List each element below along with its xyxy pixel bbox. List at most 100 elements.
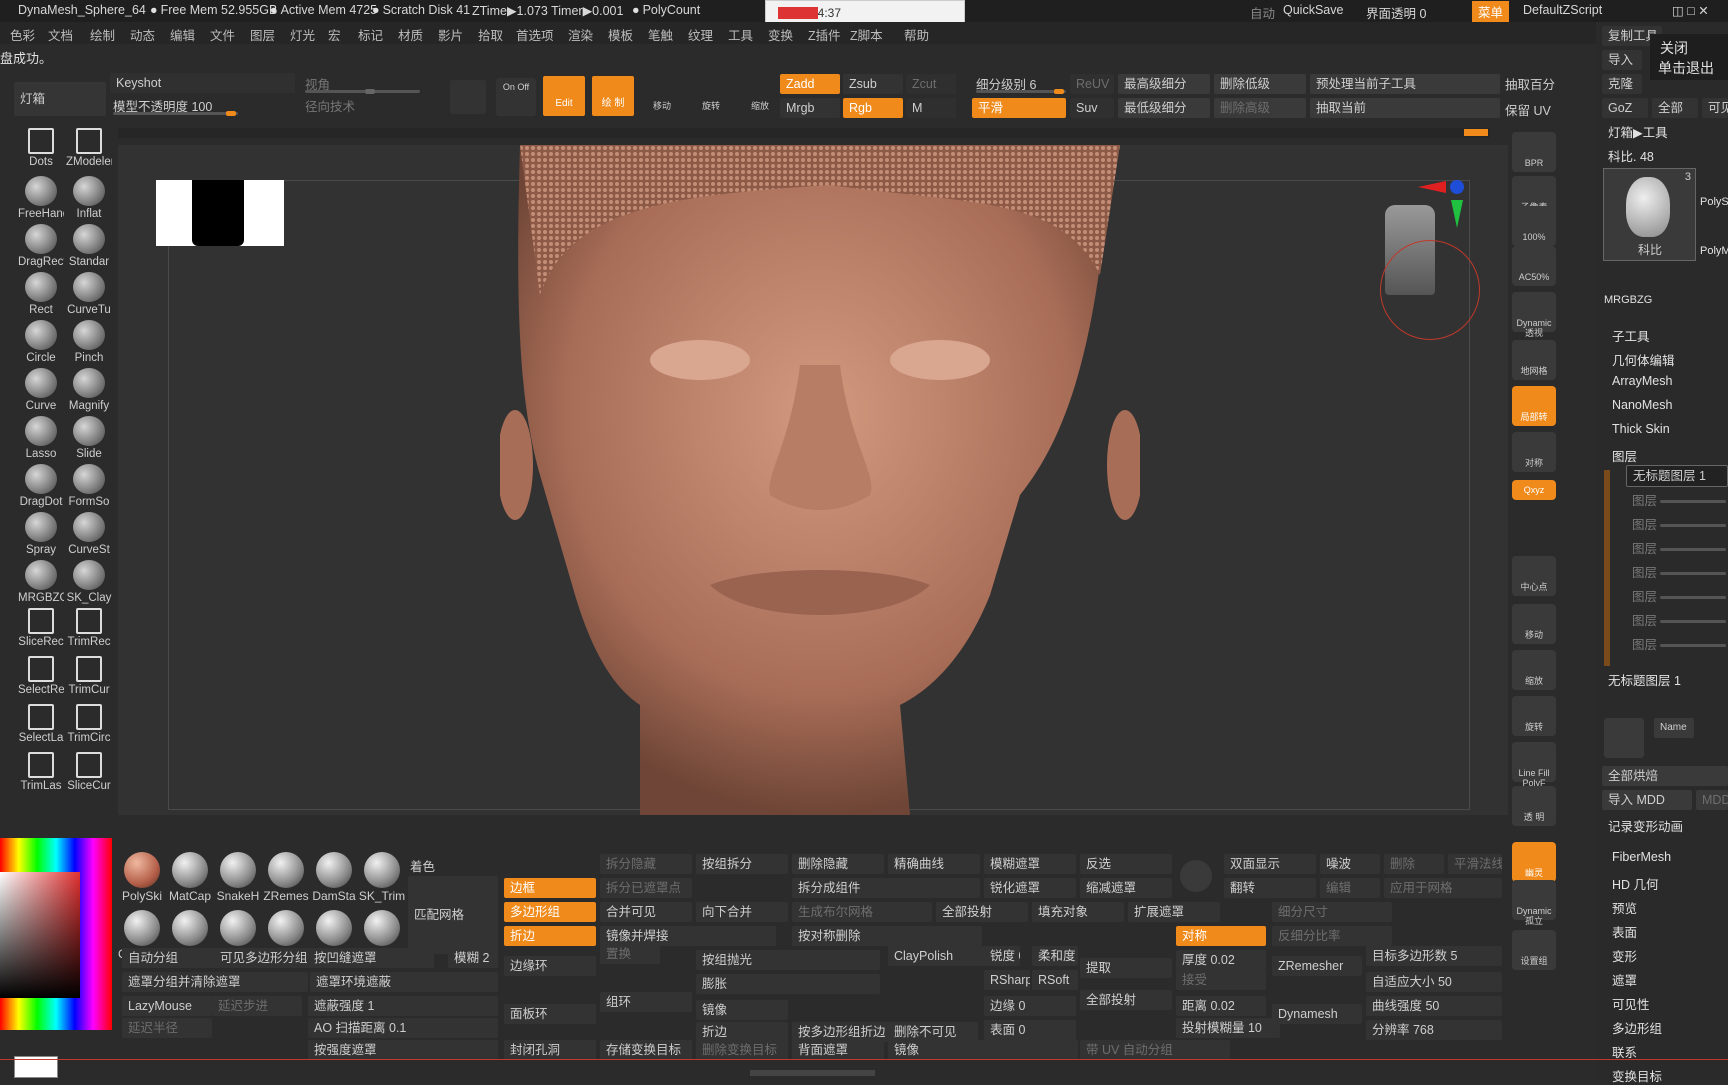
goz-button[interactable]: GoZ (1602, 98, 1648, 118)
brush-dragrect[interactable]: DragRect (18, 224, 64, 268)
brush-dragdot[interactable]: DragDot (18, 464, 64, 508)
bottom-grow-mask[interactable]: 扩展遮罩 (1128, 902, 1220, 922)
brush-zmodeler[interactable]: ZModeler (66, 128, 112, 168)
bottom-extract[interactable]: 提取 (1080, 958, 1172, 978)
menu-item[interactable]: 帮助 (904, 25, 929, 44)
right-tool[interactable]: 中心点 (1512, 556, 1556, 596)
m-button[interactable]: M (906, 98, 956, 118)
bottom-del-hidden[interactable]: 删除隐藏 (792, 854, 884, 874)
bottom-shrink-mask[interactable]: 缩减遮罩 (1080, 878, 1172, 898)
brush-trimrec[interactable]: TrimRec (66, 608, 112, 648)
bottom-delete[interactable]: 删除 (1384, 854, 1444, 874)
bottom-project-all2[interactable]: 全部投射 (1080, 990, 1172, 1010)
bottom-scroll-handle[interactable] (750, 1070, 875, 1076)
brush-lasso[interactable]: Lasso (18, 416, 64, 460)
bottom-merge-visible[interactable]: 合并可见 (600, 902, 692, 922)
keyshot-button[interactable]: Keyshot (110, 73, 295, 93)
menu-item[interactable]: 标记 (358, 25, 383, 44)
layer-row[interactable]: 图层 (1632, 562, 1657, 581)
bottom-del-invisible[interactable]: 删除不可见 (888, 1022, 978, 1042)
panel-section[interactable]: 可见性 (1612, 994, 1650, 1013)
bottom-ao-scan[interactable]: AO 扫描距离 0.1 (308, 1018, 498, 1038)
brush-trimcur[interactable]: TrimCur (66, 656, 112, 696)
bottom-surface0[interactable]: 表面 0 (984, 1020, 1076, 1040)
menu-item[interactable]: 拾取 (478, 25, 503, 44)
bottom-panel-loop[interactable]: 面板环 (504, 1004, 596, 1024)
bottom-lazymouse[interactable]: LazyMouse (122, 996, 212, 1016)
bottom-inverse-ratio[interactable]: 反细分比率 (1272, 926, 1392, 946)
model-opacity-slider[interactable] (113, 111, 238, 116)
brush-trimcirc[interactable]: TrimCirc (66, 704, 112, 744)
bottom-noise[interactable]: 噪波 (1320, 854, 1380, 874)
tool-thumbnail[interactable]: 3 科比 (1603, 168, 1696, 261)
right-tool[interactable]: Line Fill PolyF (1512, 742, 1556, 788)
zcut-button[interactable]: Zcut (906, 74, 956, 94)
bottom-zremesher[interactable]: ZRemesher (1272, 956, 1362, 976)
extract-percent[interactable]: 抽取百分 (1505, 74, 1555, 93)
bottom-smooth-normals[interactable]: 平滑法线 (1448, 854, 1502, 874)
bottom-lazy-radius[interactable]: 延迟半径 (122, 1018, 212, 1038)
scale-button[interactable]: 旋转 (690, 76, 732, 116)
ui-transparency[interactable]: 界面透明 0 (1366, 3, 1426, 22)
scroll-thumb[interactable] (1464, 129, 1488, 136)
menu-item[interactable]: Z脚本 (850, 25, 883, 44)
brush-curvetu[interactable]: CurveTu (66, 272, 112, 316)
layer-slider[interactable] (1660, 572, 1726, 575)
bottom-precise-curve[interactable]: 精确曲线 (888, 854, 980, 874)
panel-section[interactable]: 多边形组 (1612, 1018, 1662, 1037)
material-damsta[interactable]: DamSta (310, 852, 358, 903)
brush-trimlas[interactable]: TrimLas (18, 752, 64, 792)
perspective-tech[interactable]: 径向技术 (305, 96, 355, 115)
panel-section[interactable]: 预览 (1612, 898, 1637, 917)
bottom-proj-blur[interactable]: 投射模糊量 10 (1176, 1018, 1280, 1038)
mdd-button[interactable]: MDD (1696, 790, 1728, 810)
right-tool[interactable]: Qxyz (1512, 480, 1556, 500)
bottom-target-poly[interactable]: 目标多边形数 5 (1366, 946, 1502, 966)
name-button[interactable]: Name (1654, 718, 1694, 738)
panel-section[interactable]: 变形 (1612, 946, 1637, 965)
bottom-merge-down[interactable]: 向下合并 (696, 902, 788, 922)
bottom-distance[interactable]: 距离 0.02 (1176, 996, 1266, 1016)
layer-slider[interactable] (1660, 596, 1726, 599)
bottom-fill-obj[interactable]: 填充对象 (1032, 902, 1124, 922)
brush-standar[interactable]: Standar (66, 224, 112, 268)
recording-widget[interactable]: 44:37 (765, 0, 965, 22)
brush-mrgbzg[interactable]: MRGBZG (18, 560, 64, 604)
gizmo-z-axis[interactable] (1450, 180, 1464, 194)
layer-row[interactable]: 图层 (1632, 490, 1657, 509)
layer-slider[interactable] (1660, 548, 1726, 551)
brush-rect[interactable]: Rect (18, 272, 64, 316)
perspective-icon[interactable] (450, 80, 486, 114)
bottom-ambient[interactable]: 遮罩环境遮蔽 (310, 972, 498, 992)
bottom-del-morph[interactable]: 删除变换目标 (696, 1040, 788, 1060)
right-tool[interactable]: 透 明 (1512, 786, 1556, 826)
floor-onoff-button[interactable]: On Off (496, 78, 536, 116)
layer-row[interactable]: 图层 (1632, 586, 1657, 605)
layer-slider[interactable] (1660, 500, 1726, 503)
bottom-dynamesh[interactable]: Dynamesh (1272, 1004, 1362, 1024)
material-snakeh[interactable]: SnakeH (214, 852, 262, 903)
layer-row[interactable]: 图层 (1632, 538, 1657, 557)
bottom-split-parts[interactable]: 拆分成组件 (792, 878, 980, 898)
bottom-split-masked[interactable]: 拆分已遮罩点 (600, 878, 692, 898)
bottom-mask-clear[interactable]: 遮罩分组并清除遮罩 (122, 972, 308, 992)
bottom-accept[interactable]: 接受 (1176, 970, 1266, 990)
menu-item[interactable]: 色彩 (10, 25, 35, 44)
bottom-symmetry[interactable]: 对称 (1176, 926, 1266, 946)
menu-button[interactable]: 菜单 (1472, 1, 1510, 22)
layer-record-button[interactable] (1604, 718, 1644, 758)
window-controls-icon[interactable]: ◫ □ ✕ (1672, 3, 1709, 18)
canvas-scroll-bar[interactable] (118, 128, 1490, 138)
brush-inflat[interactable]: Inflat (66, 176, 112, 220)
bottom-sharpen-mask[interactable]: 锐化遮罩 (984, 878, 1076, 898)
lightbox-button[interactable]: 灯箱 (14, 82, 106, 116)
brush-magnify[interactable]: Magnify (66, 368, 112, 412)
layer-row[interactable]: 图层 (1632, 514, 1657, 533)
brush-sk_clay[interactable]: SK_Clay (66, 560, 112, 604)
bottom-apply-mesh[interactable]: 应用于网格 (1384, 878, 1502, 898)
brush-spray[interactable]: Spray (18, 512, 64, 556)
bottom-blur-mask[interactable]: 模糊遮罩 (984, 854, 1076, 874)
head-sculpt[interactable] (500, 145, 1140, 815)
layer-slider[interactable] (1660, 620, 1726, 623)
bottom-group[interactable]: 组环 (600, 992, 692, 1012)
